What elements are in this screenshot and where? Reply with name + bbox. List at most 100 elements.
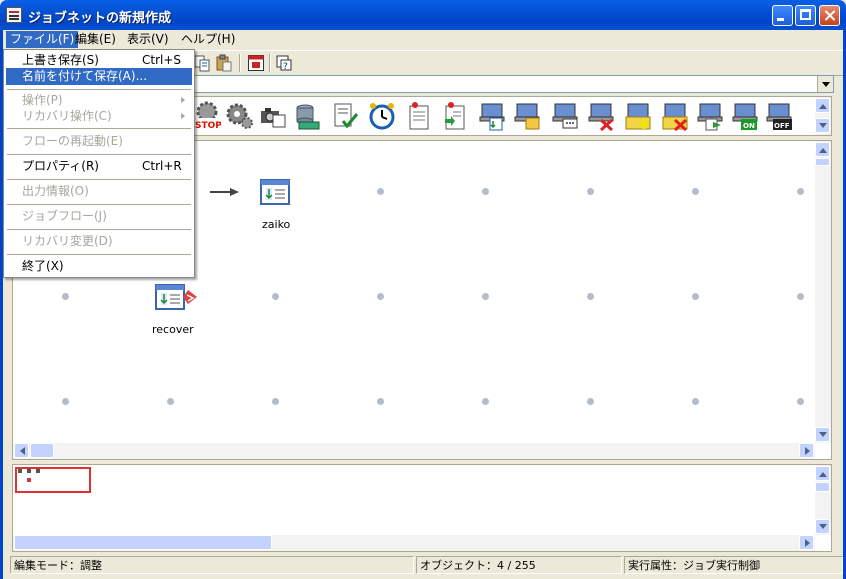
menu-view[interactable]: 表示(V) <box>123 31 173 48</box>
gears-icon[interactable] <box>225 101 253 131</box>
grid-point[interactable] <box>62 398 69 405</box>
grid-point[interactable] <box>587 293 594 300</box>
report-check-icon[interactable] <box>331 101 359 131</box>
folder-add-icon[interactable] <box>624 101 652 131</box>
menu-file[interactable]: ファイル(F) <box>6 31 79 48</box>
clipboard-arrow-icon[interactable] <box>441 101 469 131</box>
copy-icon[interactable] <box>193 54 211 72</box>
menu-item-output-info[interactable]: 出力情報(O) <box>6 183 192 200</box>
svg-text:ON: ON <box>743 122 755 130</box>
chevron-down-icon <box>819 524 827 533</box>
palette-scrollbar[interactable] <box>815 97 831 135</box>
folder-delete-icon[interactable] <box>661 101 689 131</box>
menu-item-restart-flow[interactable]: フローの再起動(E) <box>6 133 192 150</box>
overview-node <box>27 469 31 473</box>
canvas-scroll-down-button[interactable] <box>815 427 830 442</box>
canvas-scroll-up-button[interactable] <box>815 142 830 157</box>
window-help-icon[interactable]: ? <box>275 54 293 72</box>
overview-vertical-thumb[interactable] <box>815 482 830 492</box>
overview-scroll-up-button[interactable] <box>815 466 830 481</box>
grid-point[interactable] <box>692 293 699 300</box>
grid-point[interactable] <box>62 293 69 300</box>
grid-point[interactable] <box>797 398 804 405</box>
minimize-button[interactable] <box>772 5 793 26</box>
grid-point[interactable] <box>587 398 594 405</box>
menu-item-recovery-change[interactable]: リカバリ変更(D) <box>6 233 192 250</box>
grid-point[interactable] <box>797 188 804 195</box>
status-bar: 編集モード：調整 オブジェクト：4 / 255 実行属性：ジョブ実行制御 <box>3 555 843 576</box>
pc-job-icon[interactable] <box>478 101 506 131</box>
grid-point[interactable] <box>482 188 489 195</box>
menu-separator <box>7 128 191 129</box>
chevron-down-icon <box>819 123 827 132</box>
grid-point[interactable] <box>377 293 384 300</box>
grid-point[interactable] <box>167 398 174 405</box>
database-icon[interactable] <box>293 101 321 131</box>
canvas-horizontal-thumb[interactable] <box>30 443 54 458</box>
pc-delete-icon[interactable] <box>587 101 615 131</box>
svg-text:STOP: STOP <box>195 121 221 131</box>
overview-horizontal-scrollbar[interactable] <box>13 535 815 551</box>
menu-edit[interactable]: 編集(E) <box>71 31 120 48</box>
camera-printer-icon[interactable] <box>259 101 287 131</box>
flow-arrow[interactable] <box>210 187 240 197</box>
pc-off-icon[interactable]: OFF <box>765 101 793 131</box>
menu-item-job-flow[interactable]: ジョブフロー(J) <box>6 208 192 225</box>
paste-icon[interactable] <box>215 54 233 72</box>
grid-point[interactable] <box>272 293 279 300</box>
overview-node <box>18 469 22 473</box>
svg-text:?: ? <box>283 62 288 72</box>
menu-item-overwrite-save[interactable]: 上書き保存(S) Ctrl+S <box>6 52 192 69</box>
maximize-button[interactable] <box>795 5 816 26</box>
recover-job-icon[interactable] <box>155 284 201 310</box>
app-icon[interactable] <box>6 7 22 23</box>
title-bar[interactable]: ジョブネットの新規作成 <box>0 0 846 30</box>
svg-text:OFF: OFF <box>774 122 790 130</box>
node-label-recover[interactable]: recover <box>152 323 194 336</box>
canvas-scroll-left-button[interactable] <box>14 443 29 458</box>
stop-icon[interactable]: STOP <box>193 101 221 131</box>
grid-point[interactable] <box>377 398 384 405</box>
grid-point[interactable] <box>692 188 699 195</box>
node-label-zaiko[interactable]: zaiko <box>262 218 290 231</box>
chevron-up-icon <box>819 144 827 153</box>
grid-point[interactable] <box>692 398 699 405</box>
grid-point[interactable] <box>482 293 489 300</box>
menu-help[interactable]: ヘルプ(H) <box>177 31 239 48</box>
palette-scroll-down-button[interactable] <box>815 118 830 133</box>
overview-vertical-scrollbar[interactable] <box>815 465 831 535</box>
overview-pane[interactable] <box>12 464 832 552</box>
menu-item-recovery-operation[interactable]: リカバリ操作(C) <box>6 108 192 125</box>
chevron-right-icon <box>805 447 814 455</box>
pc-on-icon[interactable]: ON <box>731 101 759 131</box>
overview-scroll-right-button[interactable] <box>799 535 814 550</box>
menu-item-properties[interactable]: プロパティ(R) Ctrl+R <box>6 158 192 175</box>
job-document-icon[interactable] <box>260 179 290 205</box>
menu-item-exit[interactable]: 終了(X) <box>6 258 192 275</box>
close-button[interactable] <box>819 5 840 26</box>
grid-point[interactable] <box>482 398 489 405</box>
canvas-horizontal-scrollbar[interactable] <box>13 443 815 459</box>
canvas-vertical-thumb[interactable] <box>815 158 830 166</box>
pc-transfer-icon[interactable] <box>696 101 724 131</box>
pc-message-icon[interactable] <box>551 101 579 131</box>
alarm-clock-icon[interactable] <box>368 101 396 131</box>
grid-point[interactable] <box>272 398 279 405</box>
pc-folder-icon[interactable] <box>513 101 541 131</box>
calendar-icon[interactable] <box>247 54 265 72</box>
menu-separator <box>7 154 191 155</box>
chevron-down-icon[interactable] <box>817 76 833 92</box>
grid-point[interactable] <box>797 293 804 300</box>
clipboard-job-icon[interactable] <box>405 101 433 131</box>
grid-point[interactable] <box>587 188 594 195</box>
grid-point[interactable] <box>377 188 384 195</box>
menu-item-operation[interactable]: 操作(P) <box>6 92 192 109</box>
chevron-left-icon <box>16 447 25 455</box>
palette-scroll-up-button[interactable] <box>815 98 830 113</box>
status-edit-mode: 編集モード：調整 <box>10 556 414 574</box>
menu-item-save-as[interactable]: 名前を付けて保存(A)... <box>6 68 192 85</box>
canvas-vertical-scrollbar[interactable] <box>815 141 831 443</box>
canvas-scroll-right-button[interactable] <box>799 443 814 458</box>
overview-horizontal-thumb[interactable] <box>14 535 272 550</box>
overview-scroll-down-button[interactable] <box>815 519 830 534</box>
